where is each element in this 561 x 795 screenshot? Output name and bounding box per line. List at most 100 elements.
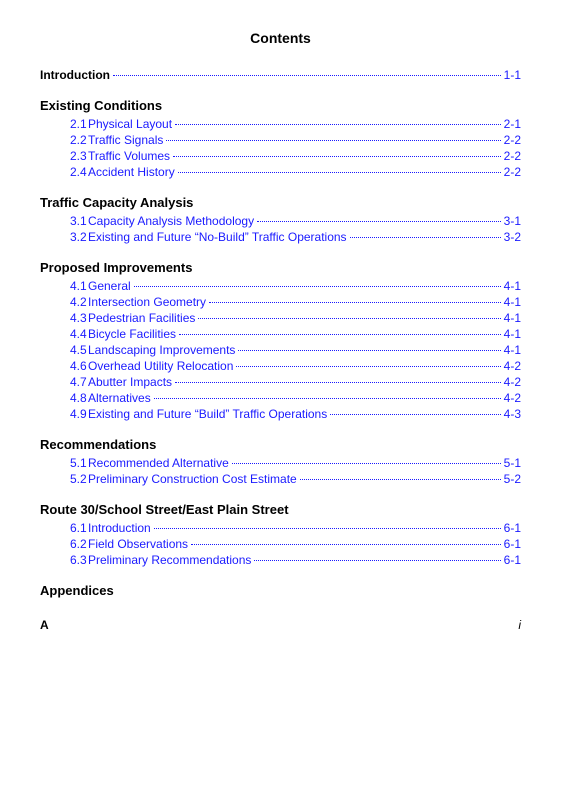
toc-num: 6.2: [40, 537, 88, 551]
toc-label: Existing and Future “Build” Traffic Oper…: [88, 407, 327, 421]
toc-num: 2.1: [40, 117, 88, 131]
toc-page: 4-3: [504, 407, 521, 421]
toc-entry: 3.2Existing and Future “No-Build” Traffi…: [40, 230, 521, 244]
toc-label: Physical Layout: [88, 117, 172, 131]
toc-label: Pedestrian Facilities: [88, 311, 195, 325]
toc-dots: [232, 463, 501, 464]
toc-num: 2.3: [40, 149, 88, 163]
intro-entry: Introduction 1-1: [40, 68, 521, 82]
toc-page: 5-2: [504, 472, 521, 486]
toc-num: 4.9: [40, 407, 88, 421]
toc-page: 4-2: [504, 391, 521, 405]
toc-entry: 2.1Physical Layout 2-1: [40, 117, 521, 131]
toc-label: Capacity Analysis Methodology: [88, 214, 254, 228]
toc-dots: [209, 302, 501, 303]
toc-entry: 4.7Abutter Impacts4-2: [40, 375, 521, 389]
toc-dots: [178, 172, 501, 173]
toc-label: Recommended Alternative: [88, 456, 229, 470]
toc-label: Overhead Utility Relocation: [88, 359, 233, 373]
toc-page: 2-2: [504, 165, 521, 179]
toc-num: 4.4: [40, 327, 88, 341]
toc-dots: [175, 382, 501, 383]
toc-entry: 2.3Traffic Volumes 2-2: [40, 149, 521, 163]
toc-num: 5.1: [40, 456, 88, 470]
toc-entry: 2.2Traffic Signals 2-2: [40, 133, 521, 147]
toc-entry: 4.3Pedestrian Facilities4-1: [40, 311, 521, 325]
toc-label: Bicycle Facilities: [88, 327, 176, 341]
toc-dots: [238, 350, 500, 351]
toc-page: 4-1: [504, 327, 521, 341]
toc-sections: Existing Conditions 2.1Physical Layout 2-1…: [40, 98, 521, 598]
toc-num: 4.2: [40, 295, 88, 309]
toc-num: 4.8: [40, 391, 88, 405]
toc-page: 4-2: [504, 359, 521, 373]
page: Contents Introduction 1-1 Existing Condi…: [0, 0, 561, 795]
toc-label: Alternatives: [88, 391, 151, 405]
toc-label: General: [88, 279, 131, 293]
toc-num: 4.1: [40, 279, 88, 293]
section-header-0: Existing Conditions: [40, 98, 521, 113]
footer-left: A: [40, 618, 49, 632]
toc-label: Existing and Future “No-Build” Traffic O…: [88, 230, 347, 244]
toc-label: Intersection Geometry: [88, 295, 206, 309]
toc-entry: 4.2Intersection Geometry4-1: [40, 295, 521, 309]
intro-dots: [113, 75, 501, 76]
toc-num: 4.3: [40, 311, 88, 325]
toc-dots: [166, 140, 500, 141]
section-header-1: Traffic Capacity Analysis: [40, 195, 521, 210]
intro-label: Introduction: [40, 68, 110, 82]
toc-num: 3.2: [40, 230, 88, 244]
toc-num: 4.7: [40, 375, 88, 389]
toc-label: Introduction: [88, 521, 151, 535]
toc-page: 6-1: [504, 537, 521, 551]
toc-label: Abutter Impacts: [88, 375, 172, 389]
toc-num: 4.5: [40, 343, 88, 357]
toc-label: Traffic Volumes: [88, 149, 170, 163]
toc-dots: [254, 560, 500, 561]
toc-entry: 4.5Landscaping Improvements 4-1: [40, 343, 521, 357]
toc-dots: [154, 398, 501, 399]
section-header-3: Recommendations: [40, 437, 521, 452]
toc-entry: 4.1General4-1: [40, 279, 521, 293]
toc-entry: 4.8Alternatives 4-2: [40, 391, 521, 405]
toc-dots: [191, 544, 501, 545]
toc-dots: [350, 237, 501, 238]
toc-page: 6-1: [504, 521, 521, 535]
toc-num: 2.2: [40, 133, 88, 147]
toc-num: 4.6: [40, 359, 88, 373]
section-header-5: Appendices: [40, 583, 521, 598]
toc-page: 5-1: [504, 456, 521, 470]
toc-page: 6-1: [504, 553, 521, 567]
section-header-4: Route 30/School Street/East Plain Street: [40, 502, 521, 517]
toc-num: 6.1: [40, 521, 88, 535]
toc-page: 4-1: [504, 343, 521, 357]
toc-entry: 6.3Preliminary Recommendations6-1: [40, 553, 521, 567]
toc-label: Landscaping Improvements: [88, 343, 235, 357]
toc-entry: 6.1Introduction 6-1: [40, 521, 521, 535]
toc-entry: 5.2Preliminary Construction Cost Estimat…: [40, 472, 521, 486]
toc-num: 2.4: [40, 165, 88, 179]
toc-page: 3-1: [504, 214, 521, 228]
toc-dots: [173, 156, 501, 157]
toc-label: Preliminary Construction Cost Estimate: [88, 472, 297, 486]
toc-label: Traffic Signals: [88, 133, 163, 147]
toc-dots: [236, 366, 500, 367]
toc-dots: [175, 124, 501, 125]
toc-entry: 6.2Field Observations6-1: [40, 537, 521, 551]
toc-entry: 4.6Overhead Utility Relocation 4-2: [40, 359, 521, 373]
toc-num: 6.3: [40, 553, 88, 567]
toc-page: 2-2: [504, 149, 521, 163]
toc-entry: 5.1Recommended Alternative 5-1: [40, 456, 521, 470]
footer-right: i: [518, 618, 521, 632]
toc-entry: 2.4Accident History 2-2: [40, 165, 521, 179]
toc-dots: [179, 334, 501, 335]
toc-entry: 3.1Capacity Analysis Methodology 3-1: [40, 214, 521, 228]
toc-page: 3-2: [504, 230, 521, 244]
toc-num: 5.2: [40, 472, 88, 486]
toc-label: Accident History: [88, 165, 175, 179]
page-title: Contents: [40, 30, 521, 46]
toc-page: 2-1: [504, 117, 521, 131]
toc-page: 2-2: [504, 133, 521, 147]
toc-num: 3.1: [40, 214, 88, 228]
toc-dots: [154, 528, 501, 529]
